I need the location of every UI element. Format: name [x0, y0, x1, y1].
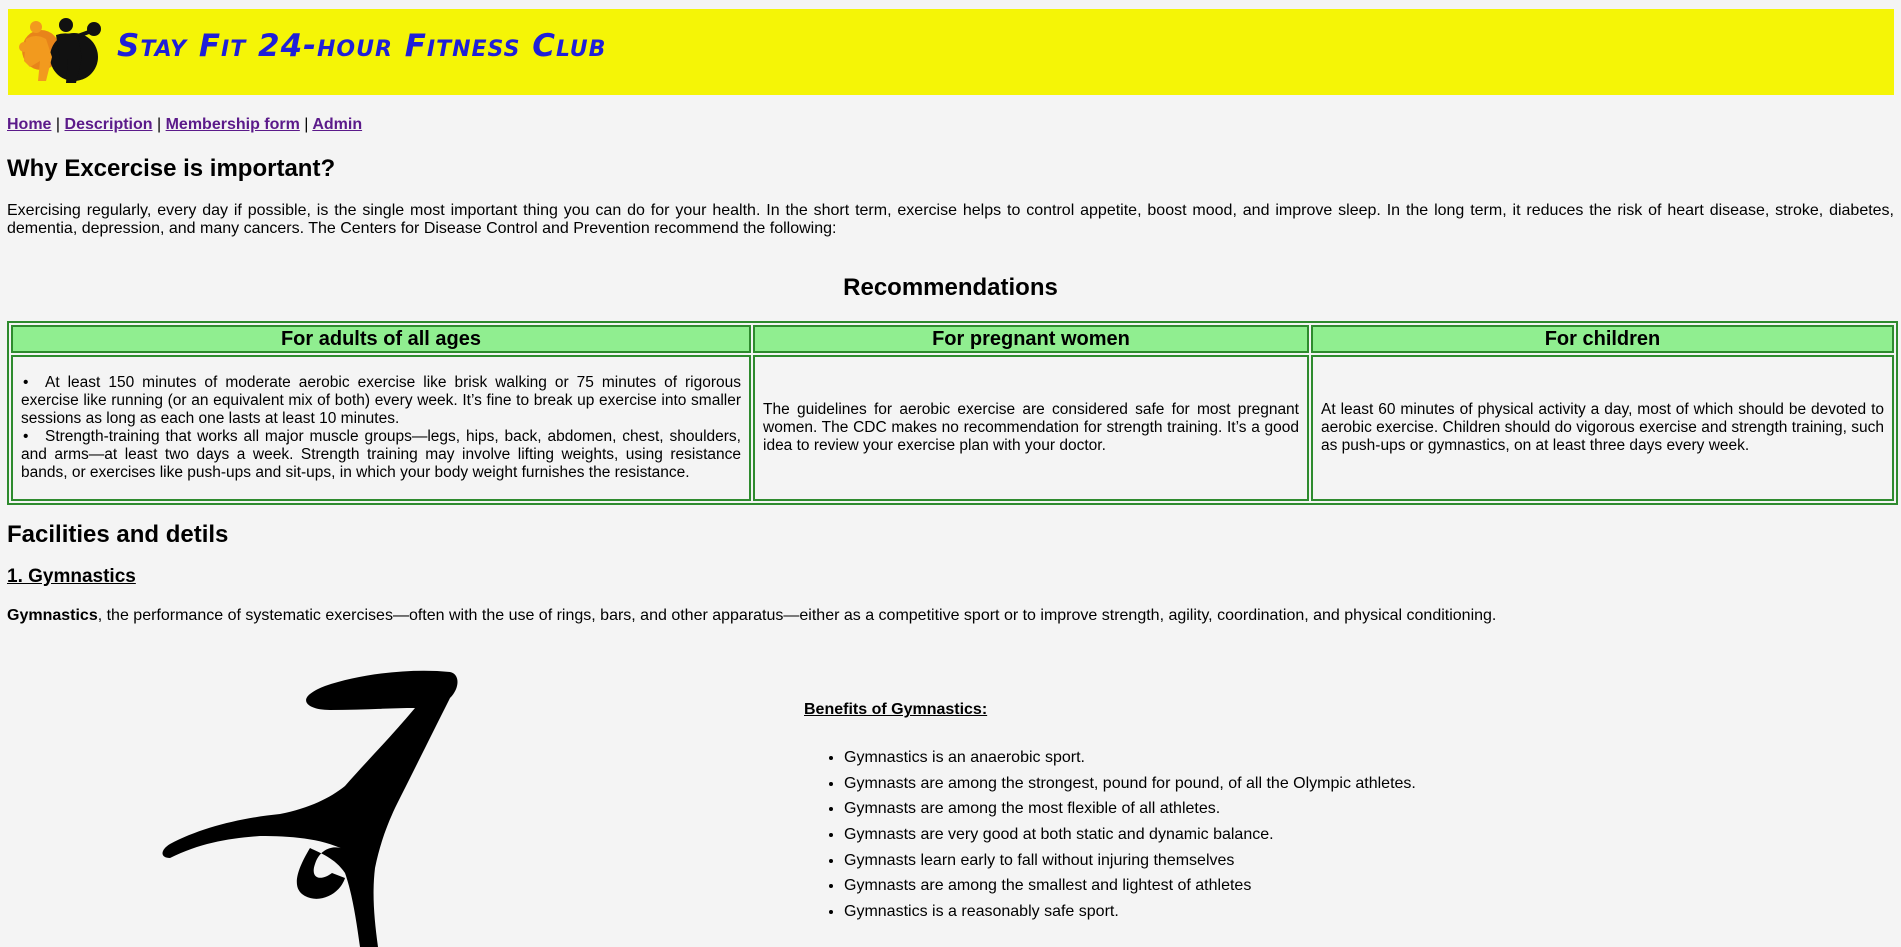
list-item: Gymnastics is an anaerobic sport. [844, 748, 1416, 774]
benefits-list: Gymnastics is an anaerobic sport. Gymnas… [804, 748, 1416, 928]
gymnastics-description-text: , the performance of systematic exercise… [97, 607, 1497, 624]
nav-link-membership-form[interactable]: Membership form [166, 116, 300, 133]
list-item: Gymnastics is a reasonably safe sport. [844, 902, 1416, 928]
list-item: Gymnasts learn early to fall without inj… [844, 851, 1416, 877]
why-exercise-heading: Why Excercise is important? [7, 155, 336, 182]
column-header-adults: For adults of all ages [11, 325, 751, 353]
benefits-title: Benefits of Gymnastics: [804, 701, 988, 718]
facilities-heading: Facilities and detils [7, 521, 229, 548]
nav-link-description[interactable]: Description [65, 116, 153, 133]
list-item: Strength-training that works all major m… [21, 428, 741, 482]
nav-separator: | [156, 116, 162, 133]
recommendations-table: For adults of all ages For pregnant wome… [7, 321, 1898, 505]
recommendations-heading: Recommendations [843, 274, 1058, 301]
gymnastics-description: Gymnastics, the performance of systemati… [7, 607, 1496, 625]
why-exercise-text: Exercising regularly, every day if possi… [7, 202, 1894, 237]
pregnant-cell: The guidelines for aerobic exercise are … [753, 355, 1309, 501]
table-row: At least 150 minutes of moderate aerobic… [11, 355, 1894, 501]
nav-separator: | [55, 116, 61, 133]
gymnastics-heading: 1. Gymnastics [7, 566, 136, 587]
children-cell: At least 60 minutes of physical activity… [1311, 355, 1894, 501]
gymnastics-term: Gymnastics [7, 607, 98, 624]
list-item: Gymnasts are among the most flexible of … [844, 799, 1416, 825]
fitness-people-logo-icon [19, 18, 101, 83]
list-item: Gymnasts are very good at both static an… [844, 825, 1416, 851]
list-item: Gymnasts are among the smallest and ligh… [844, 876, 1416, 902]
gymnast-silhouette-icon [162, 670, 458, 947]
column-header-children: For children [1311, 325, 1894, 353]
site-title: Stay Fit 24-hour Fitness Club [117, 28, 607, 64]
column-header-pregnant: For pregnant women [753, 325, 1309, 353]
nav-separator: | [304, 116, 309, 133]
list-item: Gymnasts are among the strongest, pound … [844, 774, 1416, 800]
list-item: At least 150 minutes of moderate aerobic… [21, 374, 741, 428]
page: Stay Fit 24-hour Fitness Club Home | Des… [0, 0, 1901, 947]
nav-link-admin[interactable]: Admin [312, 116, 362, 133]
table-header-row: For adults of all ages For pregnant wome… [11, 325, 1894, 353]
adults-cell: At least 150 minutes of moderate aerobic… [11, 355, 751, 501]
adults-list: At least 150 minutes of moderate aerobic… [21, 374, 741, 482]
nav-link-home[interactable]: Home [7, 116, 51, 133]
main-nav: Home | Description | Membership form | A… [7, 116, 362, 134]
